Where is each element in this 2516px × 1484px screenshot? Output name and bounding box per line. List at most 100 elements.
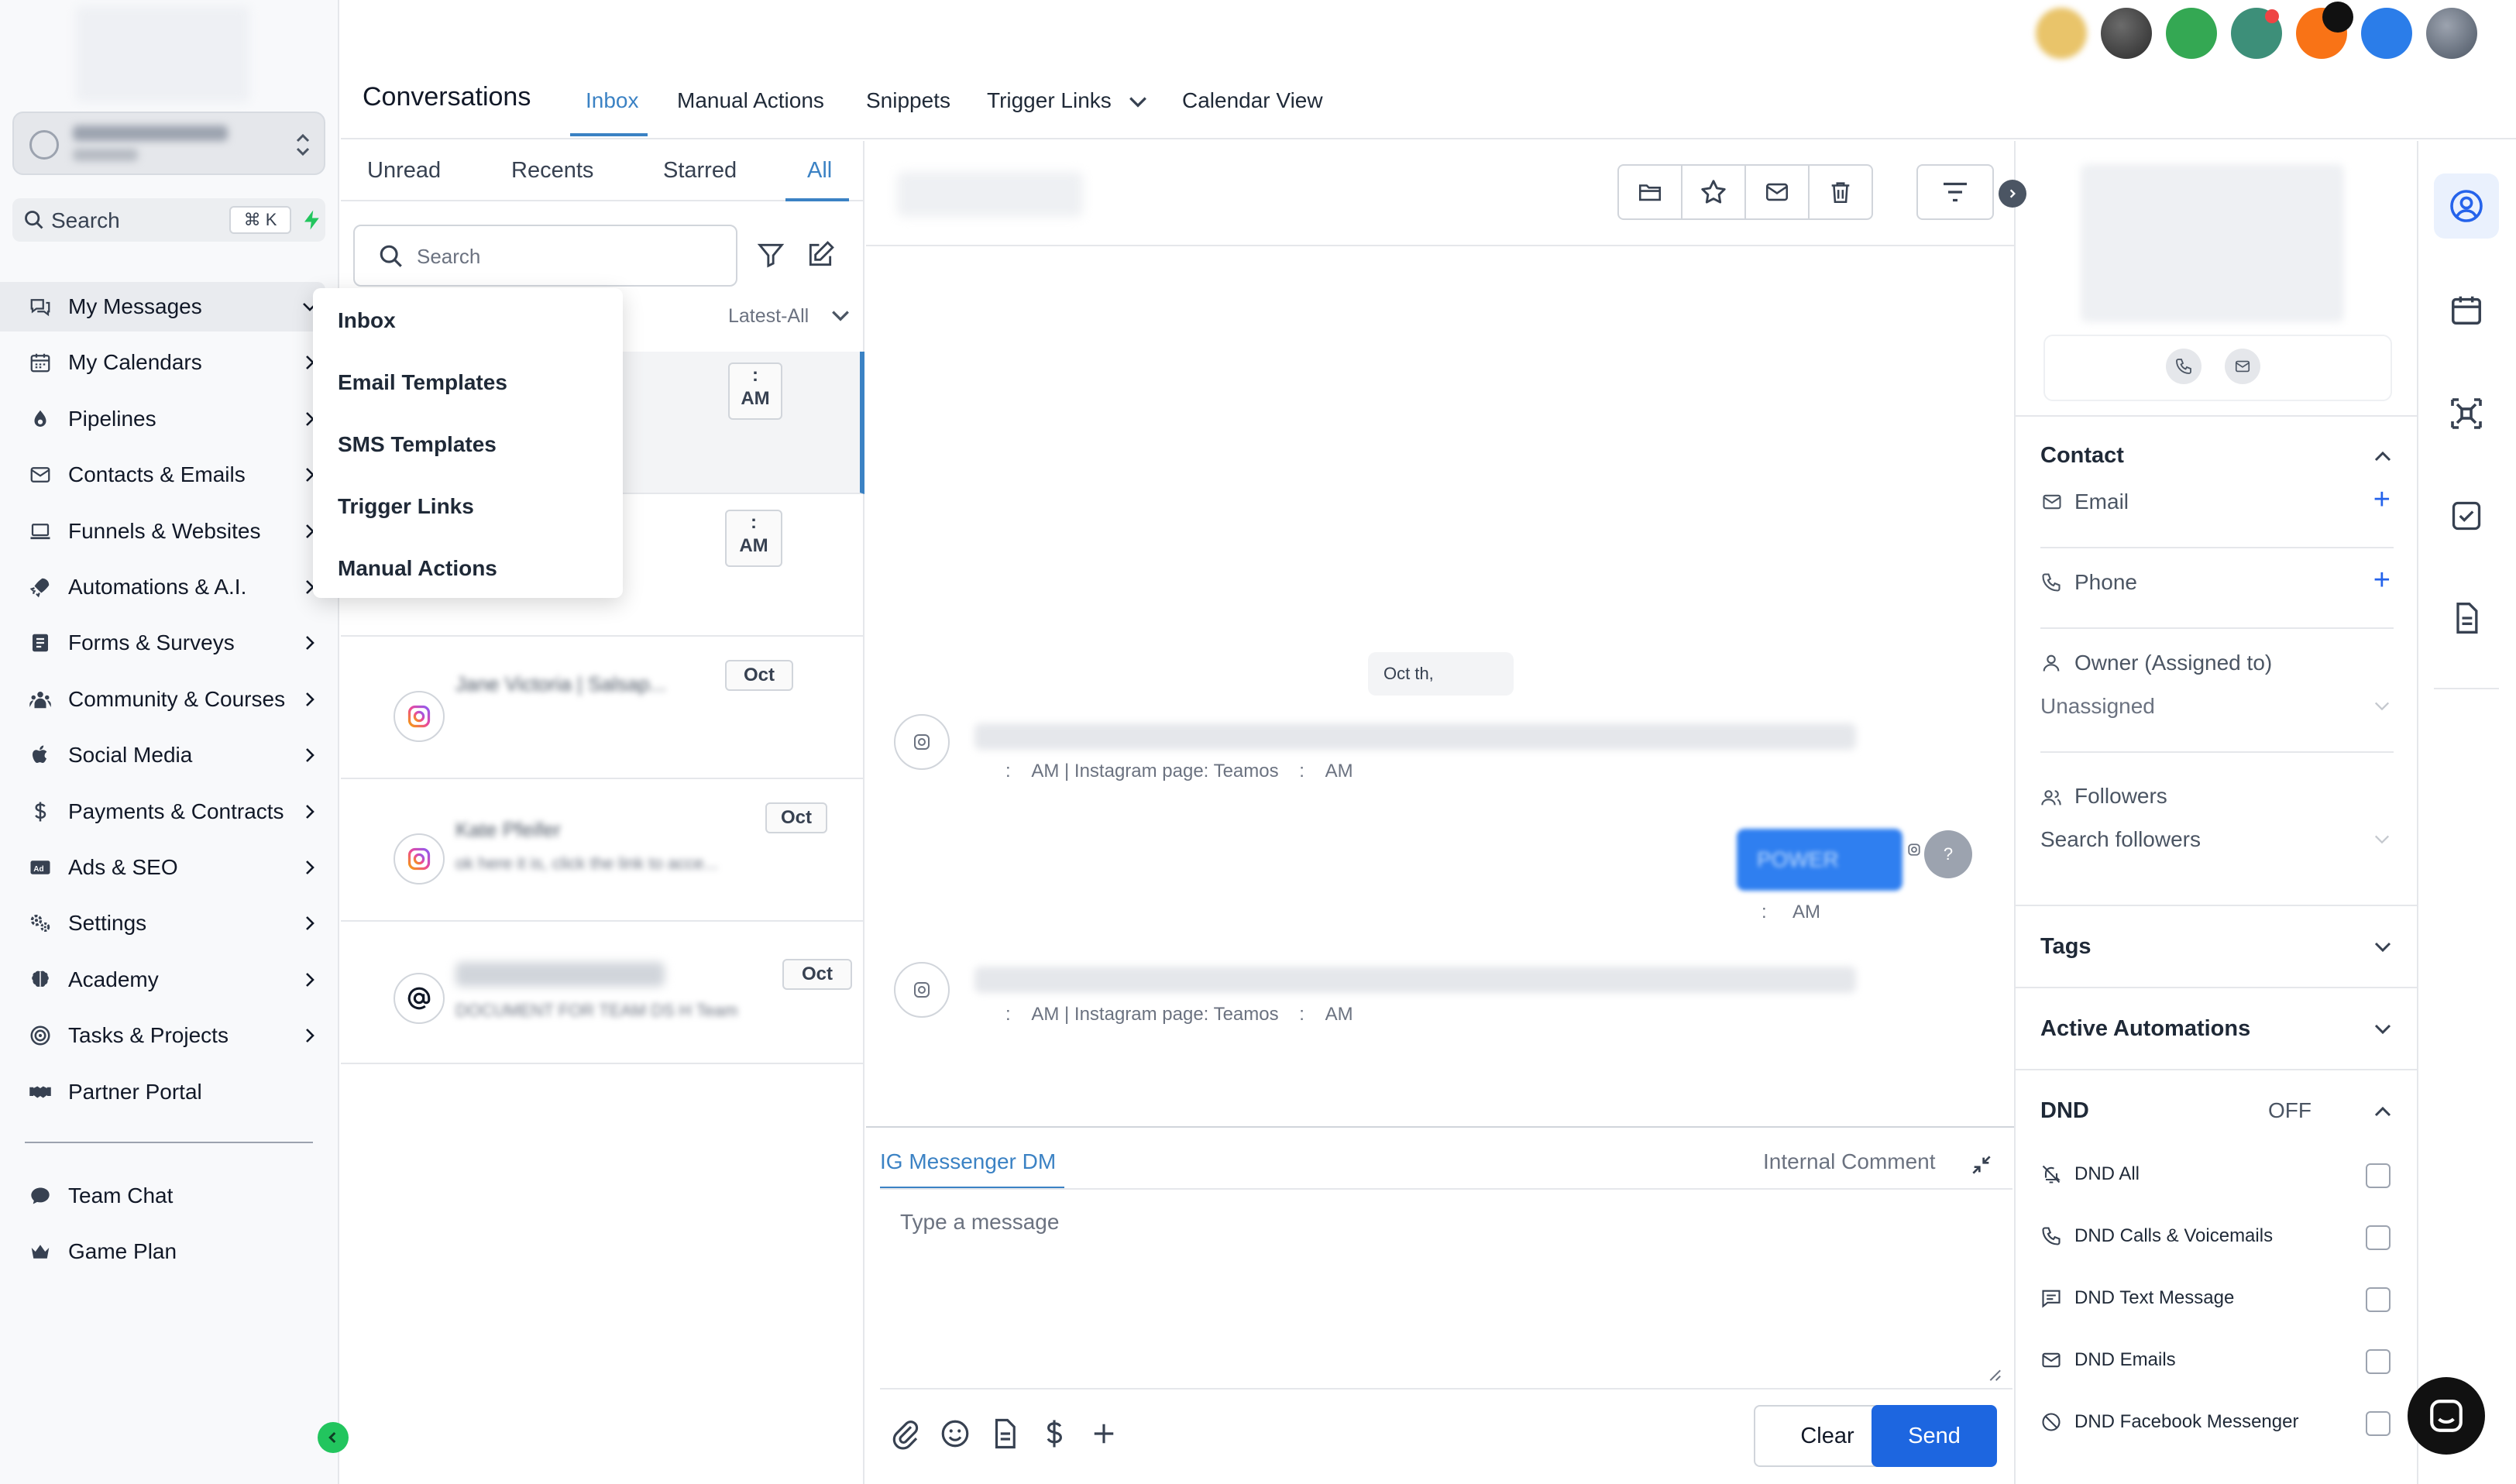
document-icon[interactable] <box>988 1417 1021 1450</box>
dnd-item-label: DND Facebook Messenger <box>2074 1411 2299 1432</box>
chevron-down-icon <box>2374 702 2390 711</box>
add-email-button[interactable]: + <box>2373 485 2391 514</box>
menu-item-email-templates[interactable]: Email Templates <box>338 370 507 395</box>
chevron-up-icon[interactable] <box>2373 449 2392 463</box>
sidebar-item-ads-seo[interactable]: Ad Ads & SEO <box>0 843 325 892</box>
user-avatar[interactable] <box>2166 8 2217 59</box>
message-input[interactable]: Type a message <box>900 1210 1059 1235</box>
rail-opportunities-button[interactable] <box>2434 381 2499 446</box>
rail-calendar-button[interactable] <box>2434 277 2499 342</box>
attachment-icon[interactable] <box>889 1417 922 1450</box>
tags-section[interactable]: Tags <box>2016 905 2417 987</box>
tab-ig-messenger-dm[interactable]: IG Messenger DM <box>880 1149 1056 1174</box>
compose-icon[interactable] <box>806 240 835 270</box>
filter-messages-button[interactable] <box>1916 164 1994 220</box>
user-avatar[interactable] <box>2361 8 2412 59</box>
star-button[interactable] <box>1681 164 1746 220</box>
tab-all[interactable]: All <box>807 158 832 184</box>
dnd-item-label: DND Calls & Voicemails <box>2074 1225 2274 1246</box>
owner-select[interactable]: Unassigned <box>2040 694 2155 719</box>
tab-snippets[interactable]: Snippets <box>866 88 950 113</box>
sidebar-item-tasks-projects[interactable]: Tasks & Projects <box>0 1011 325 1060</box>
send-button[interactable]: Send <box>1872 1405 1997 1467</box>
collapse-composer-icon[interactable] <box>1969 1153 1994 1177</box>
conversation-row[interactable]: Kate Pfeifer ok here it is, click the li… <box>341 779 864 922</box>
dnd-facebook-checkbox[interactable] <box>2366 1411 2391 1436</box>
resize-handle-icon[interactable] <box>1985 1365 2002 1382</box>
rail-notes-button[interactable] <box>2434 586 2499 651</box>
menu-item-inbox[interactable]: Inbox <box>338 308 396 333</box>
account-switcher[interactable] <box>12 112 325 175</box>
sidebar-item-forms-surveys[interactable]: Forms & Surveys <box>0 618 325 668</box>
dnd-emails-checkbox[interactable] <box>2366 1349 2391 1374</box>
sidebar-item-academy[interactable]: Academy <box>0 955 325 1005</box>
menu-item-sms-templates[interactable]: SMS Templates <box>338 432 497 457</box>
sidebar-item-my-messages[interactable]: My Messages <box>0 282 325 331</box>
conversation-search-input[interactable]: Search <box>353 225 737 287</box>
dnd-text-row[interactable]: DND Text Message <box>2016 1276 2417 1323</box>
dnd-calls-checkbox[interactable] <box>2366 1225 2391 1250</box>
expand-panel-button[interactable] <box>1999 180 2026 208</box>
email-button[interactable] <box>2225 349 2260 384</box>
dnd-emails-row[interactable]: DND Emails <box>2016 1338 2417 1385</box>
folder-button[interactable] <box>1617 164 1682 220</box>
sidebar-item-automations-a-i[interactable]: Automations & A.I. <box>0 562 325 612</box>
chevron-down-icon[interactable] <box>1128 94 1148 110</box>
dnd-section-title[interactable]: DND <box>2040 1098 2089 1124</box>
dnd-all-checkbox[interactable] <box>2366 1163 2391 1188</box>
mark-unread-button[interactable] <box>1744 164 1810 220</box>
dnd-all-row[interactable]: DND All <box>2016 1153 2417 1199</box>
sidebar-item-payments-contracts[interactable]: Payments & Contracts <box>0 787 325 836</box>
dnd-text-checkbox[interactable] <box>2366 1287 2391 1312</box>
tab-unread[interactable]: Unread <box>367 158 441 184</box>
lightning-icon[interactable] <box>301 208 324 232</box>
instagram-icon <box>394 833 445 885</box>
contact-section-title[interactable]: Contact <box>2040 443 2124 469</box>
sidebar-item-pipelines[interactable]: Pipelines <box>0 394 325 444</box>
tab-recents[interactable]: Recents <box>511 158 593 184</box>
tab-trigger-links[interactable]: Trigger Links <box>987 88 1112 113</box>
plus-icon[interactable] <box>1088 1417 1120 1450</box>
menu-item-trigger-links[interactable]: Trigger Links <box>338 494 474 519</box>
sidebar-item-settings[interactable]: Settings <box>0 898 325 948</box>
active-automations-section[interactable]: Active Automations <box>2016 987 2417 1069</box>
user-avatar[interactable] <box>2036 8 2087 59</box>
sidebar-item-partner-portal[interactable]: Partner Portal <box>0 1067 325 1117</box>
user-avatar[interactable] <box>2231 8 2282 59</box>
delete-button[interactable] <box>1808 164 1873 220</box>
dollar-icon[interactable] <box>1038 1417 1071 1450</box>
dnd-calls-row[interactable]: DND Calls & Voicemails <box>2016 1214 2417 1261</box>
sidebar-item-community-courses[interactable]: Community & Courses <box>0 675 325 724</box>
conversation-row[interactable]: Jane Victoria | Salsap... Oct <box>341 637 864 779</box>
filter-icon[interactable] <box>756 240 785 270</box>
chevron-up-icon[interactable] <box>2373 1104 2392 1118</box>
sort-dropdown[interactable]: Latest-All <box>728 305 809 328</box>
rail-contact-button[interactable] <box>2434 173 2499 239</box>
conversation-row[interactable]: DOCUMENT FOR TEAM DS H Team Oct <box>341 922 864 1064</box>
user-avatar[interactable] <box>2296 2 2353 59</box>
rail-tasks-button[interactable] <box>2434 483 2499 548</box>
support-chat-button[interactable] <box>2408 1377 2485 1455</box>
followers-select[interactable]: Search followers <box>2040 827 2201 852</box>
menu-item-manual-actions[interactable]: Manual Actions <box>338 556 497 581</box>
dnd-facebook-row[interactable]: DND Facebook Messenger <box>2016 1400 2417 1447</box>
tab-calendar-view[interactable]: Calendar View <box>1182 88 1323 113</box>
tab-manual-actions[interactable]: Manual Actions <box>677 88 824 113</box>
tab-inbox[interactable]: Inbox <box>586 88 639 113</box>
tab-internal-comment[interactable]: Internal Comment <box>1763 1149 1936 1174</box>
user-circle-icon <box>2450 190 2483 222</box>
sidebar-item-contacts-emails[interactable]: Contacts & Emails <box>0 450 325 500</box>
tab-starred[interactable]: Starred <box>663 158 737 184</box>
sidebar-search[interactable]: Search ⌘ K <box>12 198 325 242</box>
call-button[interactable] <box>2166 349 2202 384</box>
sidebar-item-team-chat[interactable]: Team Chat <box>0 1171 325 1221</box>
sidebar-item-my-calendars[interactable]: My Calendars <box>0 338 325 387</box>
dollar-icon <box>26 799 54 824</box>
sidebar-item-funnels-websites[interactable]: Funnels & Websites <box>0 507 325 556</box>
user-avatar[interactable] <box>2426 8 2477 59</box>
add-phone-button[interactable]: + <box>2373 565 2391 595</box>
sidebar-item-social-media[interactable]: Social Media <box>0 730 325 780</box>
sidebar-item-game-plan[interactable]: Game Plan <box>0 1227 325 1276</box>
user-avatar[interactable] <box>2101 8 2152 59</box>
emoji-icon[interactable] <box>939 1417 971 1450</box>
